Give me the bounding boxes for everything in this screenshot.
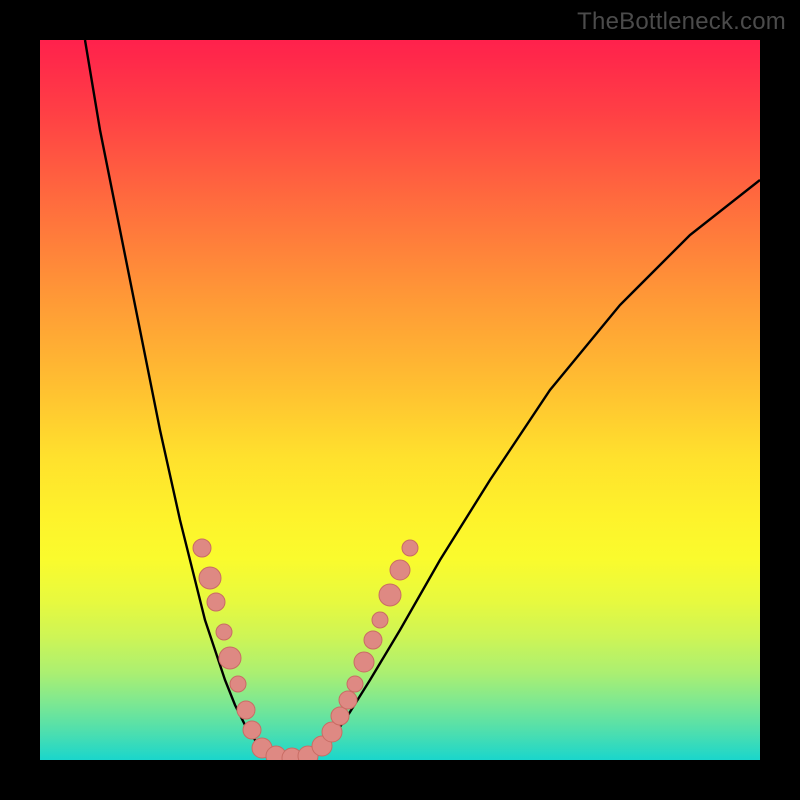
data-marker [372,612,388,628]
curve-svg [40,40,760,760]
data-marker [379,584,401,606]
data-marker [347,676,363,692]
chart-frame: TheBottleneck.com [0,0,800,800]
data-markers [193,539,418,760]
data-marker [354,652,374,672]
data-marker [216,624,232,640]
data-marker [402,540,418,556]
data-marker [364,631,382,649]
data-marker [331,707,349,725]
data-marker [237,701,255,719]
data-marker [339,691,357,709]
data-marker [243,721,261,739]
data-marker [207,593,225,611]
plot-area [40,40,760,760]
data-marker [390,560,410,580]
bottleneck-curve [85,40,760,758]
watermark-text: TheBottleneck.com [577,8,786,36]
data-marker [230,676,246,692]
data-marker [219,647,241,669]
data-marker [193,539,211,557]
data-marker [199,567,221,589]
